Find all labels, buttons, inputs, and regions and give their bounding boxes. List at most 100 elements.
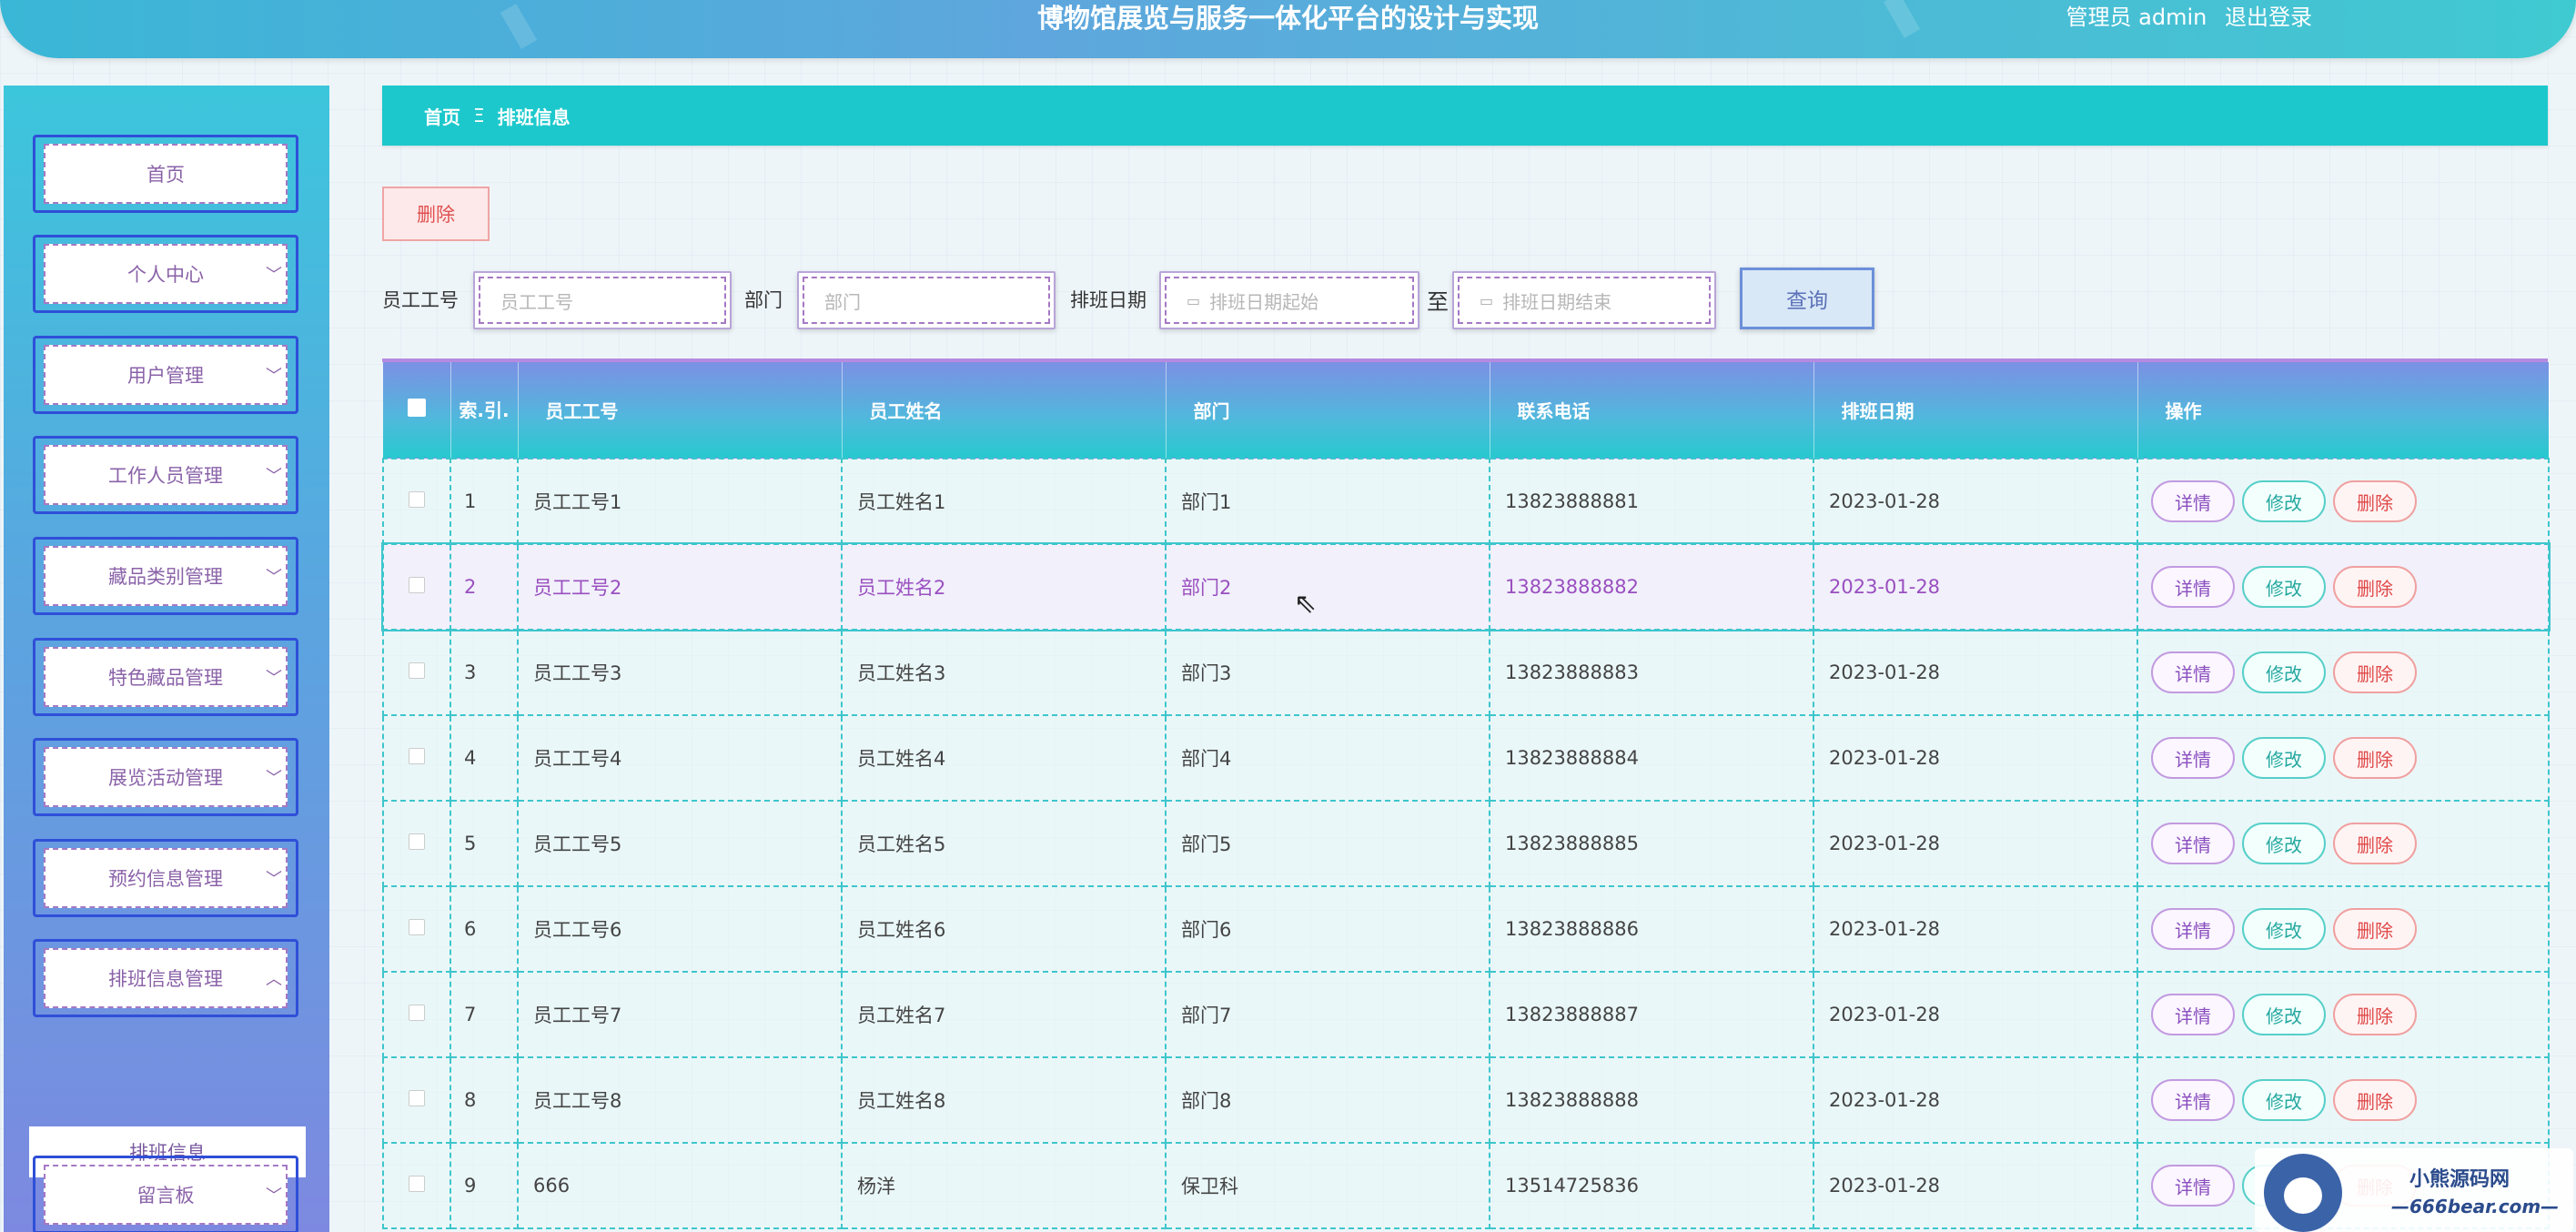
row-checkbox[interactable] — [382, 800, 451, 887]
row-checkbox[interactable] — [382, 458, 451, 545]
sidebar-item-collection-category[interactable]: 藏品类别管理 ﹀ — [29, 533, 302, 619]
cell-dept: 部门2 — [1165, 543, 1490, 631]
edit-button[interactable]: 修改 — [2242, 994, 2326, 1035]
logout-link[interactable]: 退出登录 — [2225, 5, 2312, 30]
checkbox-icon[interactable] — [409, 577, 425, 593]
cell-phone: 13823888881 — [1489, 458, 1814, 545]
checkbox-icon[interactable] — [409, 833, 425, 850]
checkbox-icon[interactable] — [409, 1005, 425, 1021]
detail-button[interactable]: 详情 — [2151, 566, 2235, 608]
row-checkbox[interactable] — [382, 885, 451, 973]
chevron-down-icon: ﹀ — [266, 870, 282, 889]
cell-name: 员工姓名6 — [841, 885, 1167, 973]
checkbox-icon[interactable] — [409, 662, 425, 679]
table-row[interactable]: 1 员工工号1 员工姓名1 部门1 13823888881 2023-01-28 详情 修改删… — [382, 458, 2550, 545]
checkbox-icon[interactable] — [409, 748, 425, 764]
cell-actions: 详情修改删除 — [2137, 458, 2550, 545]
batch-delete-button[interactable]: 删除 — [382, 187, 490, 241]
checkbox-icon[interactable] — [409, 1090, 425, 1106]
cell-phone: 13823888887 — [1489, 971, 1814, 1058]
row-checkbox[interactable] — [382, 1056, 451, 1144]
row-delete-button[interactable]: 删除 — [2333, 994, 2417, 1035]
date-start-input[interactable]: ▭ 排班日期起始 — [1159, 271, 1419, 329]
edit-button[interactable]: 修改 — [2242, 823, 2326, 864]
row-checkbox[interactable] — [382, 629, 451, 716]
sidebar: 首页 个人中心 ﹀ 用户管理 ﹀ 工作人员管理 ﹀ 藏品类别管理 ﹀ 特色藏品管… — [4, 86, 329, 1232]
cell-phone: 13823888886 — [1489, 885, 1814, 973]
cell-name: 员工姓名1 — [841, 458, 1167, 545]
chevron-down-icon: ﹀ — [266, 568, 282, 587]
detail-button[interactable]: 详情 — [2151, 1165, 2235, 1207]
cell-dept: 部门8 — [1165, 1056, 1490, 1144]
sidebar-item-message-board[interactable]: 留言板 ﹀ — [29, 1152, 302, 1232]
edit-button[interactable]: 修改 — [2242, 737, 2326, 779]
row-delete-button[interactable]: 删除 — [2333, 480, 2417, 522]
edit-button[interactable]: 修改 — [2242, 566, 2326, 608]
current-user-label: 管理员 admin — [2066, 5, 2207, 30]
cell-dept: 部门6 — [1165, 885, 1490, 973]
row-checkbox[interactable] — [382, 543, 451, 631]
cell-index: 6 — [450, 885, 519, 973]
table-row[interactable]: 2 员工工号2 员工姓名2 部门2 13823888882 2023-01-28 详情 修改删… — [381, 542, 2551, 631]
sidebar-item-featured-collection[interactable]: 特色藏品管理 ﹀ — [29, 634, 302, 720]
query-button[interactable]: 查询 — [1740, 268, 1874, 329]
cell-phone: 13823888883 — [1489, 629, 1814, 716]
cell-date: 2023-01-28 — [1813, 885, 2138, 973]
sidebar-item-user-management[interactable]: 用户管理 ﹀ — [29, 332, 302, 418]
detail-button[interactable]: 详情 — [2151, 651, 2235, 693]
sidebar-item-label: 工作人员管理 — [44, 445, 288, 505]
table-row[interactable]: 8 员工工号8 员工姓名8 部门8 13823888888 2023-01-28 详情 修改删… — [382, 1056, 2550, 1144]
row-checkbox[interactable] — [382, 1142, 451, 1229]
table-header-row: 索.引. 员工工号 员工姓名 部门 联系电话 排班日期 操作 — [383, 362, 2550, 459]
sidebar-item-reservation[interactable]: 预约信息管理 ﹀ — [29, 835, 302, 921]
edit-button[interactable]: 修改 — [2242, 1079, 2326, 1121]
table-row[interactable]: 9666杨洋保卫科135147258362023-01-28详情修改删除 — [382, 1142, 2550, 1229]
row-delete-button[interactable]: 删除 — [2333, 823, 2417, 864]
cell-name: 员工姓名2 — [841, 543, 1167, 631]
row-delete-button[interactable]: 删除 — [2333, 651, 2417, 693]
cell-date: 2023-01-28 — [1813, 1142, 2138, 1229]
emp-no-input[interactable]: 员工工号 — [473, 271, 732, 329]
edit-button[interactable]: 修改 — [2242, 908, 2326, 950]
detail-button[interactable]: 详情 — [2151, 737, 2235, 779]
sidebar-item-exhibition-activity[interactable]: 展览活动管理 ﹀ — [29, 734, 302, 820]
row-checkbox[interactable] — [382, 714, 451, 802]
table-row[interactable]: 5 员工工号5 员工姓名5 部门5 13823888885 2023-01-28 详情 修改删… — [382, 800, 2550, 887]
row-delete-button[interactable]: 删除 — [2333, 1079, 2417, 1121]
table-row[interactable]: 3 员工工号3 员工姓名3 部门3 13823888883 2023-01-28 详情 修改删… — [382, 629, 2550, 716]
cell-name: 员工姓名5 — [841, 800, 1167, 887]
breadcrumb-separator-icon: Ξ — [473, 105, 485, 126]
row-delete-button[interactable]: 删除 — [2333, 566, 2417, 608]
table-row[interactable]: 4 员工工号4 员工姓名4 部门4 13823888884 2023-01-28 详情 修改删… — [382, 714, 2550, 802]
sidebar-item-schedule-management[interactable]: 排班信息管理 ︿ — [29, 935, 302, 1021]
col-header-phone: 联系电话 — [1490, 362, 1814, 459]
row-delete-button[interactable]: 删除 — [2333, 737, 2417, 779]
table-row[interactable]: 6 员工工号6 员工姓名6 部门6 13823888886 2023-01-28 详情 修改删… — [382, 885, 2550, 973]
row-delete-button[interactable]: 删除 — [2333, 908, 2417, 950]
dept-placeholder: 部门 — [803, 277, 1050, 324]
sidebar-item-staff-management[interactable]: 工作人员管理 ﹀ — [29, 432, 302, 518]
cell-date: 2023-01-28 — [1813, 543, 2138, 631]
row-checkbox[interactable] — [382, 971, 451, 1058]
detail-button[interactable]: 详情 — [2151, 823, 2235, 864]
date-end-input[interactable]: ▭ 排班日期结束 — [1452, 271, 1716, 329]
detail-button[interactable]: 详情 — [2151, 994, 2235, 1035]
table-row[interactable]: 7 员工工号7 员工姓名7 部门7 13823888887 2023-01-28 详情 修改删… — [382, 971, 2550, 1058]
dept-input[interactable]: 部门 — [797, 271, 1056, 329]
select-all-checkbox[interactable] — [383, 362, 451, 459]
sidebar-item-home[interactable]: 首页 — [29, 131, 302, 217]
edit-button[interactable]: 修改 — [2242, 651, 2326, 693]
checkbox-icon[interactable] — [409, 491, 425, 508]
col-header-dept: 部门 — [1166, 362, 1490, 459]
detail-button[interactable]: 详情 — [2151, 480, 2235, 522]
sidebar-item-personal-center[interactable]: 个人中心 ﹀ — [29, 231, 302, 317]
edit-button[interactable]: 修改 — [2242, 480, 2326, 522]
cell-dept: 部门7 — [1165, 971, 1490, 1058]
checkbox-icon[interactable] — [409, 1176, 425, 1192]
breadcrumb-home[interactable]: 首页 — [424, 103, 460, 129]
detail-button[interactable]: 详情 — [2151, 1079, 2235, 1121]
date-start-placeholder: 排班日期起始 — [1209, 290, 1319, 313]
detail-button[interactable]: 详情 — [2151, 908, 2235, 950]
checkbox-icon[interactable] — [407, 399, 426, 417]
checkbox-icon[interactable] — [409, 919, 425, 935]
